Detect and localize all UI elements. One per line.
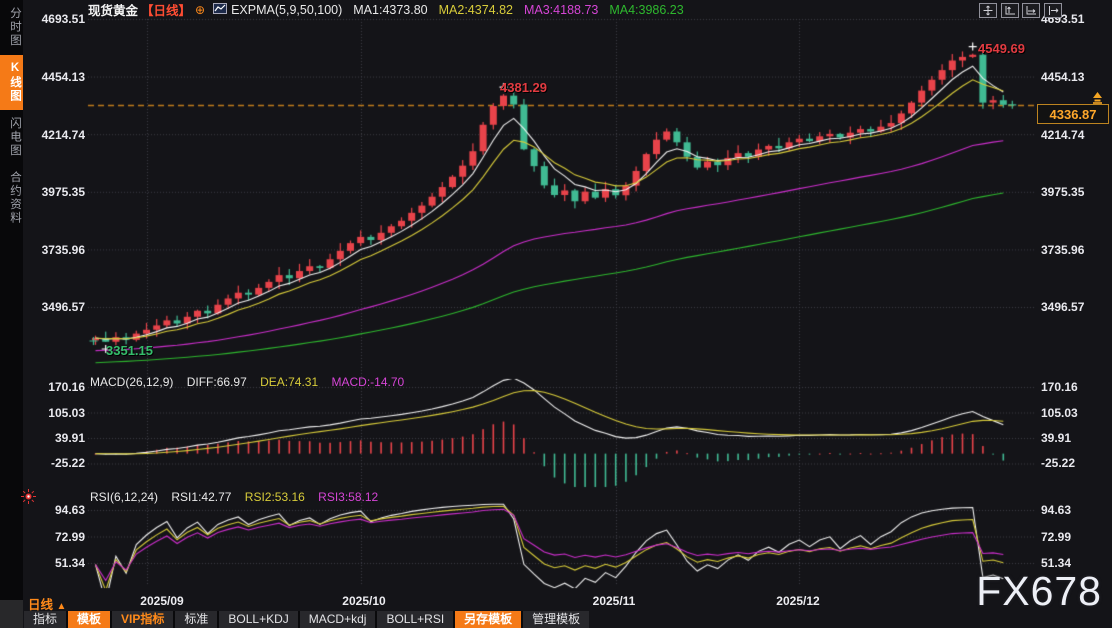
toolbar-item-boll-rsi[interactable]: BOLL+RSI	[377, 611, 453, 628]
ma2-value: MA2:4374.82	[439, 3, 513, 17]
toolbar-item-standard[interactable]: 标准	[175, 611, 217, 628]
toolbar-item-indicators[interactable]: 指标	[24, 611, 66, 628]
period-tag: 【日线】	[141, 0, 191, 19]
expma-label: EXPMA(5,9,50,100)	[231, 3, 342, 17]
sidebar-tab-flash-chart[interactable]: 闪电图	[0, 110, 23, 165]
zoom-vertical-icon[interactable]	[1001, 3, 1019, 18]
sparkline-icon	[213, 3, 227, 17]
toolbar-item-manage-template[interactable]: 管理模板	[523, 611, 589, 628]
sidebar-tab-time-chart[interactable]: 分时图	[0, 0, 23, 55]
period-label: 日线	[28, 598, 53, 612]
symbol-name: 现货黄金	[88, 0, 138, 19]
sidebar-tab-contract-info[interactable]: 合约资料	[0, 164, 23, 232]
ma4-value: MA4:3986.23	[609, 3, 683, 17]
ma3-value: MA3:4188.73	[524, 3, 598, 17]
zoom-horizontal-icon[interactable]	[1022, 3, 1040, 18]
ma1-value: MA1:4373.80	[353, 3, 427, 17]
crosshair-pan-icon[interactable]	[979, 3, 997, 18]
add-indicator-icon[interactable]: ⊕	[195, 3, 205, 17]
bottom-toolbar: 指标 模板 VIP指标 标准 BOLL+KDJ MACD+kdj BOLL+RS…	[24, 611, 589, 628]
current-price-box: 4336.87	[1037, 104, 1109, 124]
toolbar-item-macd-kdj[interactable]: MACD+kdj	[300, 611, 376, 628]
pan-right-icon[interactable]	[1044, 3, 1062, 18]
chart-canvas[interactable]	[0, 0, 1112, 628]
toolbar-item-boll-kdj[interactable]: BOLL+KDJ	[219, 611, 297, 628]
toolbar-item-save-template[interactable]: 另存模板	[455, 611, 521, 628]
toolbar-item-vip-indicators[interactable]: VIP指标	[112, 611, 173, 628]
sidebar-tab-kline[interactable]: K线图	[0, 55, 23, 110]
sidebar-bottom-corner	[0, 600, 23, 628]
sidebar: 分时图 K线图 闪电图 合约资料	[0, 0, 23, 628]
chart-header: 现货黄金 【日线】 ⊕ EXPMA(5,9,50,100) MA1:4373.8…	[88, 2, 684, 17]
toolbar-item-templates[interactable]: 模板	[68, 611, 110, 628]
